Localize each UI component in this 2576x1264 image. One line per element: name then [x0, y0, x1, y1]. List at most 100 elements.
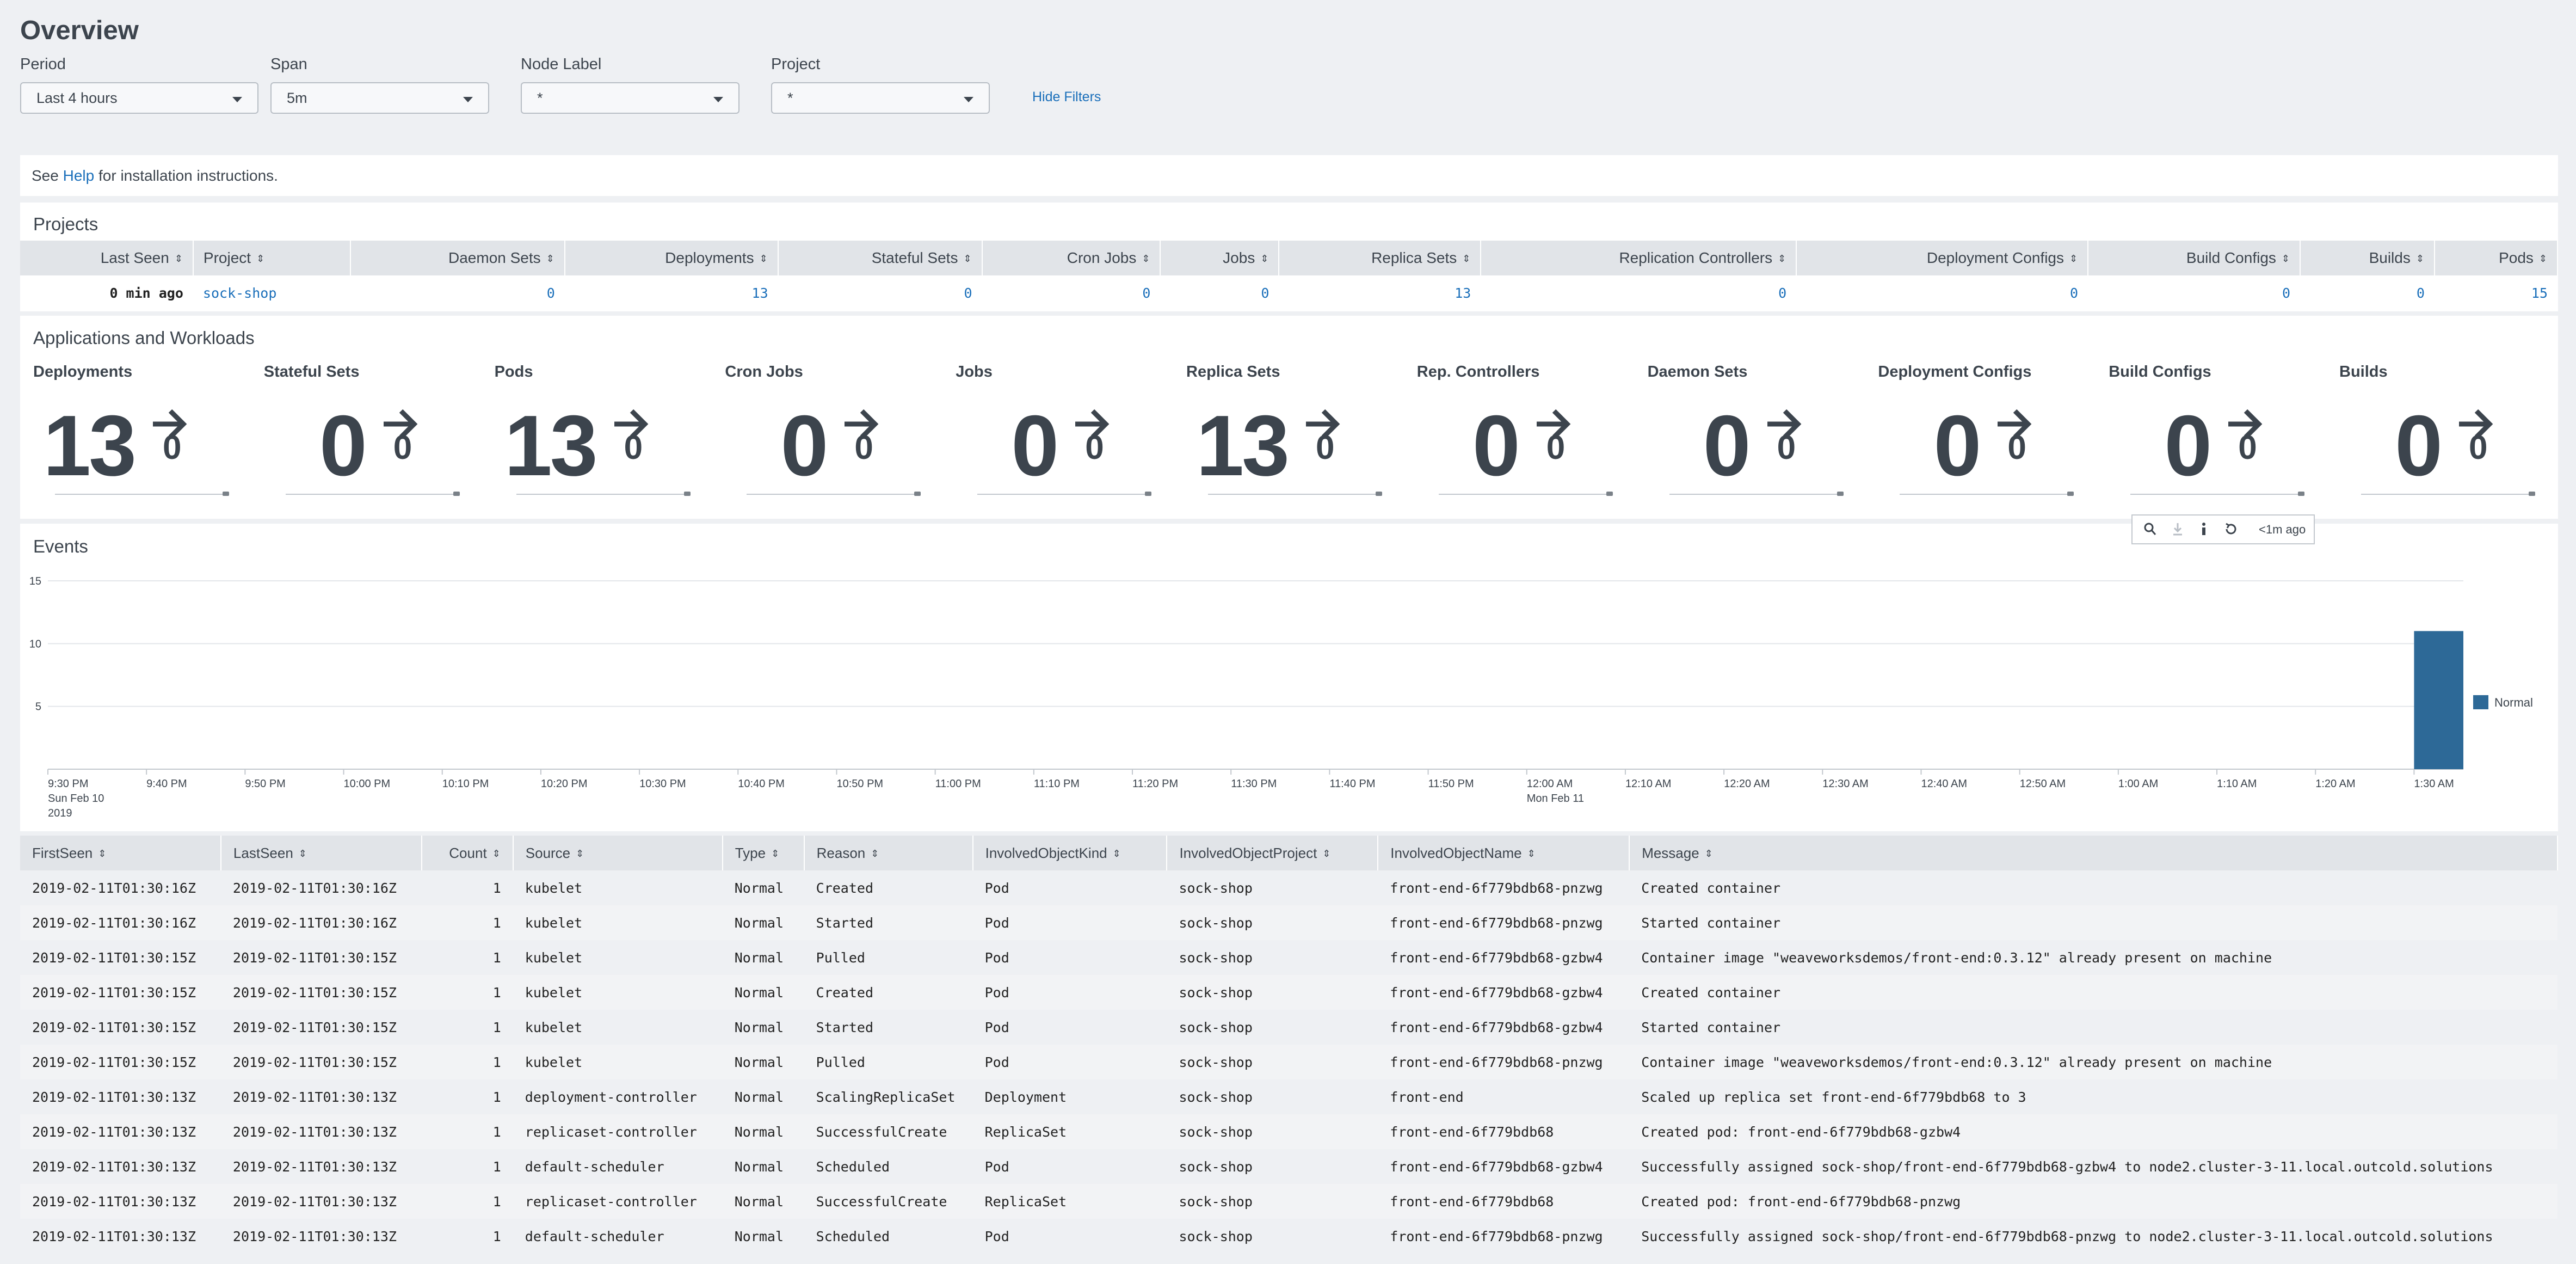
search-icon[interactable]: [2143, 522, 2156, 539]
projects-column-header[interactable]: Cron Jobs ⇕: [982, 241, 1161, 275]
table-cell: sock-shop: [1179, 1158, 1253, 1175]
events-column-header[interactable]: Source ⇕: [513, 836, 723, 870]
x-tick-label: 9:50 PM: [245, 778, 285, 790]
projects-column-header[interactable]: Deployment Configs ⇕: [1796, 241, 2089, 275]
sparkline: [516, 492, 691, 496]
table-row[interactable]: 2019-02-11T01:30:16Z 2019-02-11T01:30:16Z…: [20, 870, 2557, 905]
count-link[interactable]: 0: [982, 275, 1161, 310]
table-row[interactable]: 2019-02-11T01:30:13Z 2019-02-11T01:30:13Z…: [20, 1219, 2557, 1254]
x-tick-label: 12:20 AM: [1724, 778, 1770, 790]
page-title: Overview: [20, 16, 139, 45]
events-column-header[interactable]: Message ⇕: [1629, 836, 2558, 870]
events-column-header[interactable]: Count ⇕: [421, 836, 514, 870]
table-row[interactable]: 2019-02-11T01:30:15Z 2019-02-11T01:30:15Z…: [20, 1045, 2557, 1079]
single-value: Cron Jobs 0 0: [725, 363, 942, 510]
events-column-header[interactable]: Type ⇕: [722, 836, 805, 870]
table-row[interactable]: 2019-02-11T01:30:13Z 2019-02-11T01:30:13Z…: [20, 1184, 2557, 1219]
column-label: Jobs: [1223, 249, 1255, 266]
project-link[interactable]: sock-shop: [193, 275, 350, 310]
projects-column-header[interactable]: Project ⇕: [193, 241, 351, 275]
table-cell: Pod: [984, 1158, 1009, 1175]
table-cell: Created container: [1629, 975, 2557, 1010]
events-column-header[interactable]: InvolvedObjectKind ⇕: [972, 836, 1168, 870]
count-link[interactable]: 15: [2435, 275, 2557, 310]
x-tick-label: 1:20 AM: [2315, 778, 2355, 790]
events-column-header[interactable]: Reason ⇕: [804, 836, 973, 870]
projects-column-header[interactable]: Replica Sets ⇕: [1279, 241, 1482, 275]
projects-column-header[interactable]: Jobs ⇕: [1160, 241, 1280, 275]
refresh-icon[interactable]: [2224, 522, 2238, 539]
project-value: *: [787, 90, 793, 106]
bar-normal[interactable]: [2414, 631, 2463, 769]
projects-column-header[interactable]: Deployments ⇕: [564, 241, 779, 275]
count-link[interactable]: 13: [1279, 275, 1481, 310]
count-link[interactable]: 0: [1160, 275, 1279, 310]
table-cell: Started container: [1629, 905, 2557, 940]
sort-icon: ⇕: [174, 253, 183, 265]
table-row[interactable]: 2019-02-11T01:30:13Z 2019-02-11T01:30:13Z…: [20, 1149, 2557, 1184]
projects-column-header[interactable]: Pods ⇕: [2434, 241, 2559, 275]
hide-filters-link[interactable]: Hide Filters: [1032, 89, 1101, 105]
events-column-header[interactable]: FirstSeen ⇕: [20, 836, 221, 870]
x-tick-label: 11:50 PM: [1428, 778, 1474, 790]
count-link[interactable]: 0: [778, 275, 982, 310]
projects-column-header[interactable]: Daemon Sets ⇕: [350, 241, 565, 275]
period-dropdown[interactable]: Last 4 hours: [20, 82, 258, 114]
single-value-number: 0: [319, 398, 367, 494]
info-icon[interactable]: [2200, 522, 2208, 539]
table-cell: front-end-6f779bdb68-gzbw4: [1378, 975, 1630, 1010]
single-value-number: 0: [1472, 398, 1520, 494]
projects-column-header[interactable]: Build Configs ⇕: [2088, 241, 2301, 275]
table-cell: 1: [421, 1184, 513, 1219]
projects-column-header[interactable]: Stateful Sets ⇕: [778, 241, 983, 275]
table-cell: Pulled: [816, 949, 865, 966]
table-cell: 2019-02-11T01:30:13Z: [232, 1228, 397, 1244]
table-row[interactable]: 2019-02-11T01:30:15Z 2019-02-11T01:30:15Z…: [20, 940, 2557, 975]
single-value: Replica Sets 13 0: [1186, 363, 1404, 510]
count-link[interactable]: 0: [1796, 275, 2088, 310]
table-row[interactable]: 2019-02-11T01:30:15Z 2019-02-11T01:30:15Z…: [20, 1010, 2557, 1045]
column-label: InvolvedObjectName: [1390, 844, 1522, 861]
column-label: Message: [1642, 844, 1699, 861]
count-link[interactable]: 0: [2300, 275, 2435, 310]
count-link[interactable]: 0: [1481, 275, 1796, 310]
table-cell: default-scheduler: [525, 1158, 664, 1175]
x-tick-label: 12:10 AM: [1625, 778, 1672, 790]
y-tick-label: 5: [35, 701, 41, 713]
projects-column-header[interactable]: Builds ⇕: [2300, 241, 2435, 275]
refresh-age: <1m ago: [2259, 523, 2306, 536]
table-cell: front-end-6f779bdb68-pnzwg: [1390, 1228, 1603, 1244]
span-dropdown[interactable]: 5m: [270, 82, 489, 114]
table-cell: Normal: [722, 975, 804, 1010]
projects-column-header[interactable]: Replication Controllers ⇕: [1481, 241, 1797, 275]
table-row[interactable]: 2019-02-11T01:30:15Z 2019-02-11T01:30:15Z…: [20, 975, 2557, 1010]
projects-column-header[interactable]: Last Seen ⇕: [20, 241, 194, 275]
table-row[interactable]: 2019-02-11T01:30:13Z 2019-02-11T01:30:13Z…: [20, 1079, 2557, 1114]
download-icon[interactable]: [2172, 522, 2184, 539]
events-column-header[interactable]: InvolvedObjectProject ⇕: [1167, 836, 1379, 870]
project-dropdown[interactable]: *: [771, 82, 990, 114]
column-label: Reason: [816, 844, 866, 861]
legend-label[interactable]: Normal: [2494, 696, 2533, 709]
table-cell: sock-shop: [1179, 880, 1253, 896]
table-cell: sock-shop: [1167, 905, 1378, 940]
events-column-header[interactable]: LastSeen ⇕: [220, 836, 422, 870]
table-row[interactable]: 2019-02-11T01:30:13Z 2019-02-11T01:30:13Z…: [20, 1114, 2557, 1149]
events-column-header[interactable]: InvolvedObjectName ⇕: [1378, 836, 1630, 870]
single-value-label: Build Configs: [2109, 363, 2211, 381]
table-cell: sock-shop: [1179, 949, 1253, 966]
table-cell: 2019-02-11T01:30:15Z: [232, 1019, 397, 1035]
count-link[interactable]: 13: [565, 275, 778, 310]
table-cell: front-end-6f779bdb68-pnzwg: [1390, 880, 1603, 896]
count-link[interactable]: 0: [350, 275, 565, 310]
count-link[interactable]: 0: [2088, 275, 2300, 310]
table-cell: 2019-02-11T01:30:13Z: [232, 1158, 397, 1175]
table-cell: 2019-02-11T01:30:13Z: [232, 1089, 397, 1105]
table-row[interactable]: 2019-02-11T01:30:16Z 2019-02-11T01:30:16Z…: [20, 905, 2557, 940]
help-link[interactable]: Help: [63, 167, 95, 184]
node-label-dropdown[interactable]: *: [521, 82, 739, 114]
x-tick-label: 11:30 PM: [1231, 778, 1277, 790]
span-value: 5m: [287, 90, 307, 106]
project-filter-label: Project: [771, 56, 821, 73]
table-cell: 2019-02-11T01:30:13Z: [220, 1114, 422, 1149]
